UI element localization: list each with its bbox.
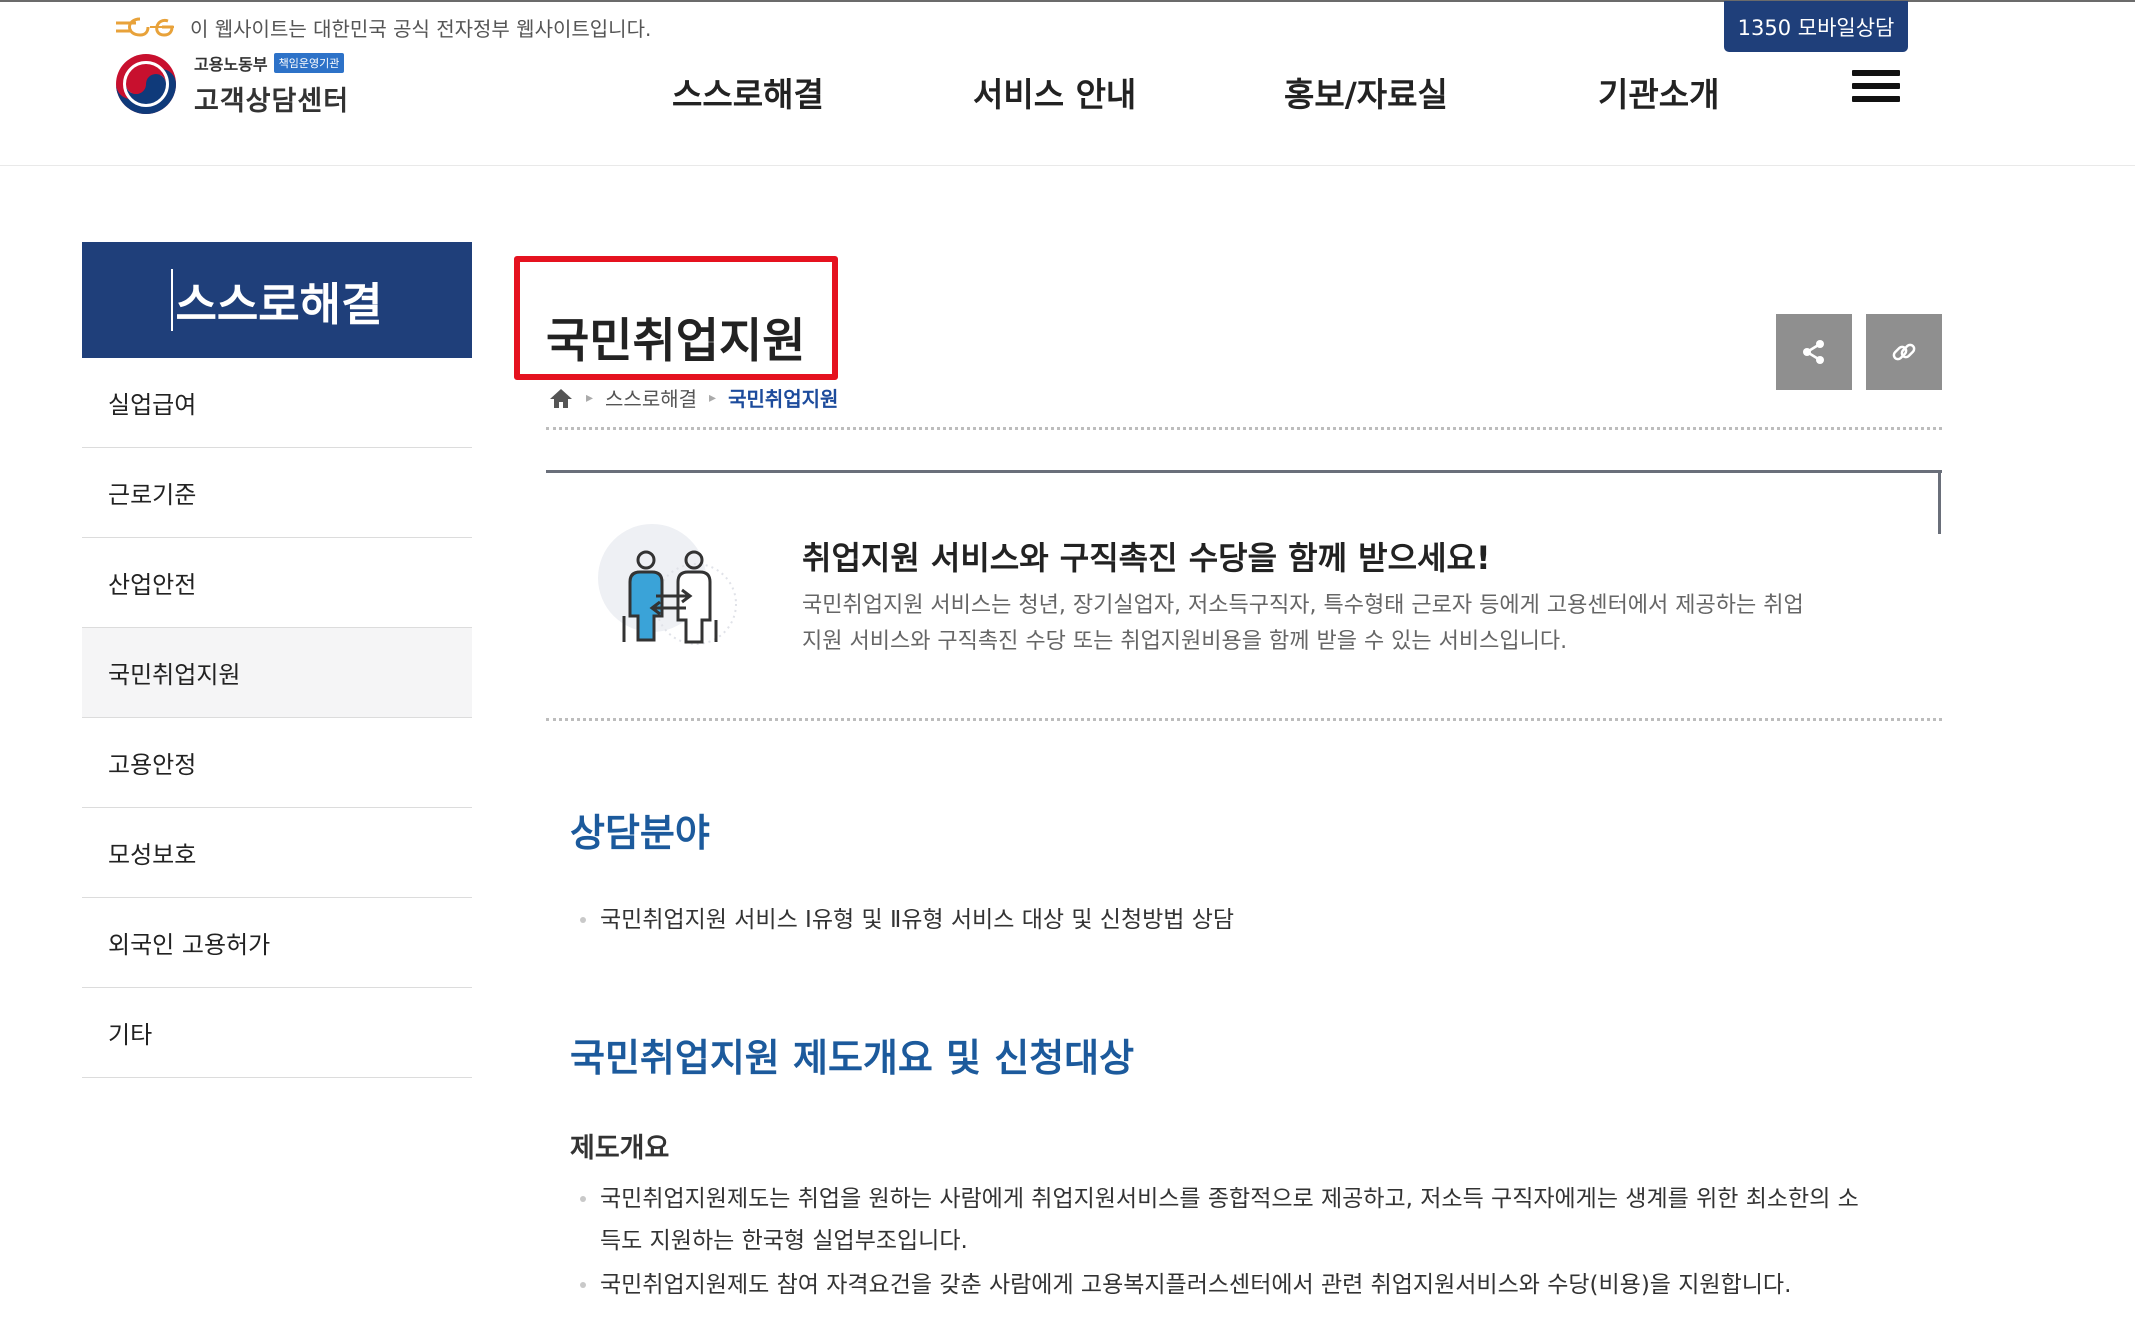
intro-headline: 취업지원 서비스와 구직촉진 수당을 함께 받으세요! <box>802 539 1491 577</box>
intro-desc-line: 지원 서비스와 구직촉진 수당 또는 취업지원비용을 함께 받을 수 있는 서비… <box>802 629 1568 654</box>
home-icon[interactable] <box>548 387 574 409</box>
sidebar-item-labor-standards[interactable]: 근로기준 <box>82 448 472 538</box>
egov-logo-icon <box>116 17 174 37</box>
overview-item: 국민취업지원제도 참여 자격요건을 갖춘 사람에게 고용복지플러스센터에서 관련… <box>580 1264 1940 1306</box>
breadcrumb-separator-icon: ▸ <box>709 389 717 406</box>
logo-badge: 책임운영기관 <box>273 52 345 73</box>
site-logo[interactable]: 고용노동부 책임운영기관 고객상담센터 <box>112 50 349 118</box>
sidebar-item-employment-stability[interactable]: 고용안정 <box>82 718 472 808</box>
gov-notice-bar: 이 웹사이트는 대한민국 공식 전자정부 웹사이트입니다. <box>110 12 651 42</box>
intro-divider <box>546 718 1942 721</box>
job-support-illustration-icon <box>598 524 737 645</box>
nav-about[interactable]: 기관소개 <box>1598 68 1719 116</box>
nav-pr-archive[interactable]: 홍보/자료실 <box>1284 68 1448 116</box>
text-cursor <box>171 269 174 331</box>
copy-link-button[interactable] <box>1866 314 1942 390</box>
intro-desc-line: 국민취업지원 서비스는 청년, 장기실업자, 저소득구직자, 특수형태 근로자 … <box>802 593 1804 618</box>
nav-service-guide[interactable]: 서비스 안내 <box>973 68 1136 116</box>
sidebar-item-foreign-employment[interactable]: 외국인 고용허가 <box>82 898 472 988</box>
overview-item-line: 국민취업지원제도는 취업을 원하는 사람에게 취업지원서비스를 종합적으로 제공… <box>600 1186 1859 1212</box>
consult-item: 국민취업지원 서비스 Ⅰ유형 및 Ⅱ유형 서비스 대상 및 신청방법 상담 <box>580 899 1234 941</box>
sidebar-item-unemployment[interactable]: 실업급여 <box>82 358 472 448</box>
share-button[interactable] <box>1776 314 1852 390</box>
overview-item: 국민취업지원제도는 취업을 원하는 사람에게 취업지원서비스를 종합적으로 제공… <box>580 1178 1940 1262</box>
site-header: 이 웹사이트는 대한민국 공식 전자정부 웹사이트입니다. 1350 모바일상담… <box>0 0 2135 166</box>
logo-ministry-row: 고용노동부 책임운영기관 <box>194 51 349 75</box>
logo-center-name: 고객상담센터 <box>194 85 350 117</box>
logo-ministry: 고용노동부 <box>194 54 268 74</box>
link-icon <box>1892 343 1916 361</box>
nav-self-solve[interactable]: 스스로해결 <box>672 68 824 116</box>
sidebar-title: 스스로해결 <box>82 242 472 358</box>
overview-item-line: 득도 지원하는 한국형 실업부조입니다. <box>600 1228 968 1254</box>
mobile-consult-button[interactable]: 1350 모바일상담 <box>1724 1 1908 52</box>
logo-texts: 고용노동부 책임운영기관 고객상담센터 <box>194 51 349 118</box>
overview-subtitle: 제도개요 <box>570 1133 670 1164</box>
breadcrumb-level1[interactable]: 스스로해결 <box>605 383 697 412</box>
title-divider <box>546 427 1942 430</box>
breadcrumb-separator-icon: ▸ <box>586 389 594 406</box>
sidebar-menu: 실업급여 근로기준 산업안전 국민취업지원 고용안정 모성보호 외국인 고용허가… <box>82 358 472 1078</box>
share-icon <box>1803 340 1824 364</box>
intro-box-top-border <box>546 470 1942 473</box>
sidebar-item-national-employment[interactable]: 국민취업지원 <box>82 628 472 718</box>
gov-notice-text: 이 웹사이트는 대한민국 공식 전자정부 웹사이트입니다. <box>190 16 652 41</box>
taegeuk-emblem-icon <box>116 54 176 114</box>
breadcrumb-current: 국민취업지원 <box>728 387 839 411</box>
sidebar-item-industrial-safety[interactable]: 산업안전 <box>82 538 472 628</box>
page-title: 국민취업지원 <box>546 314 806 369</box>
sidebar-item-maternity[interactable]: 모성보호 <box>82 808 472 898</box>
consult-section-title: 상담분야 <box>570 811 710 855</box>
intro-box-right-border <box>1938 470 1941 534</box>
sidebar-item-etc[interactable]: 기타 <box>82 988 472 1078</box>
overview-section-title: 국민취업지원 제도개요 및 신청대상 <box>570 1036 1135 1080</box>
hamburger-icon[interactable] <box>1852 70 1902 108</box>
sidebar-title-text: 스스로해결 <box>175 277 383 331</box>
breadcrumb: ▸ 스스로해결 ▸ 국민취업지원 <box>548 383 838 412</box>
intro-description: 국민취업지원 서비스는 청년, 장기실업자, 저소득구직자, 특수형태 근로자 … <box>802 588 1902 660</box>
